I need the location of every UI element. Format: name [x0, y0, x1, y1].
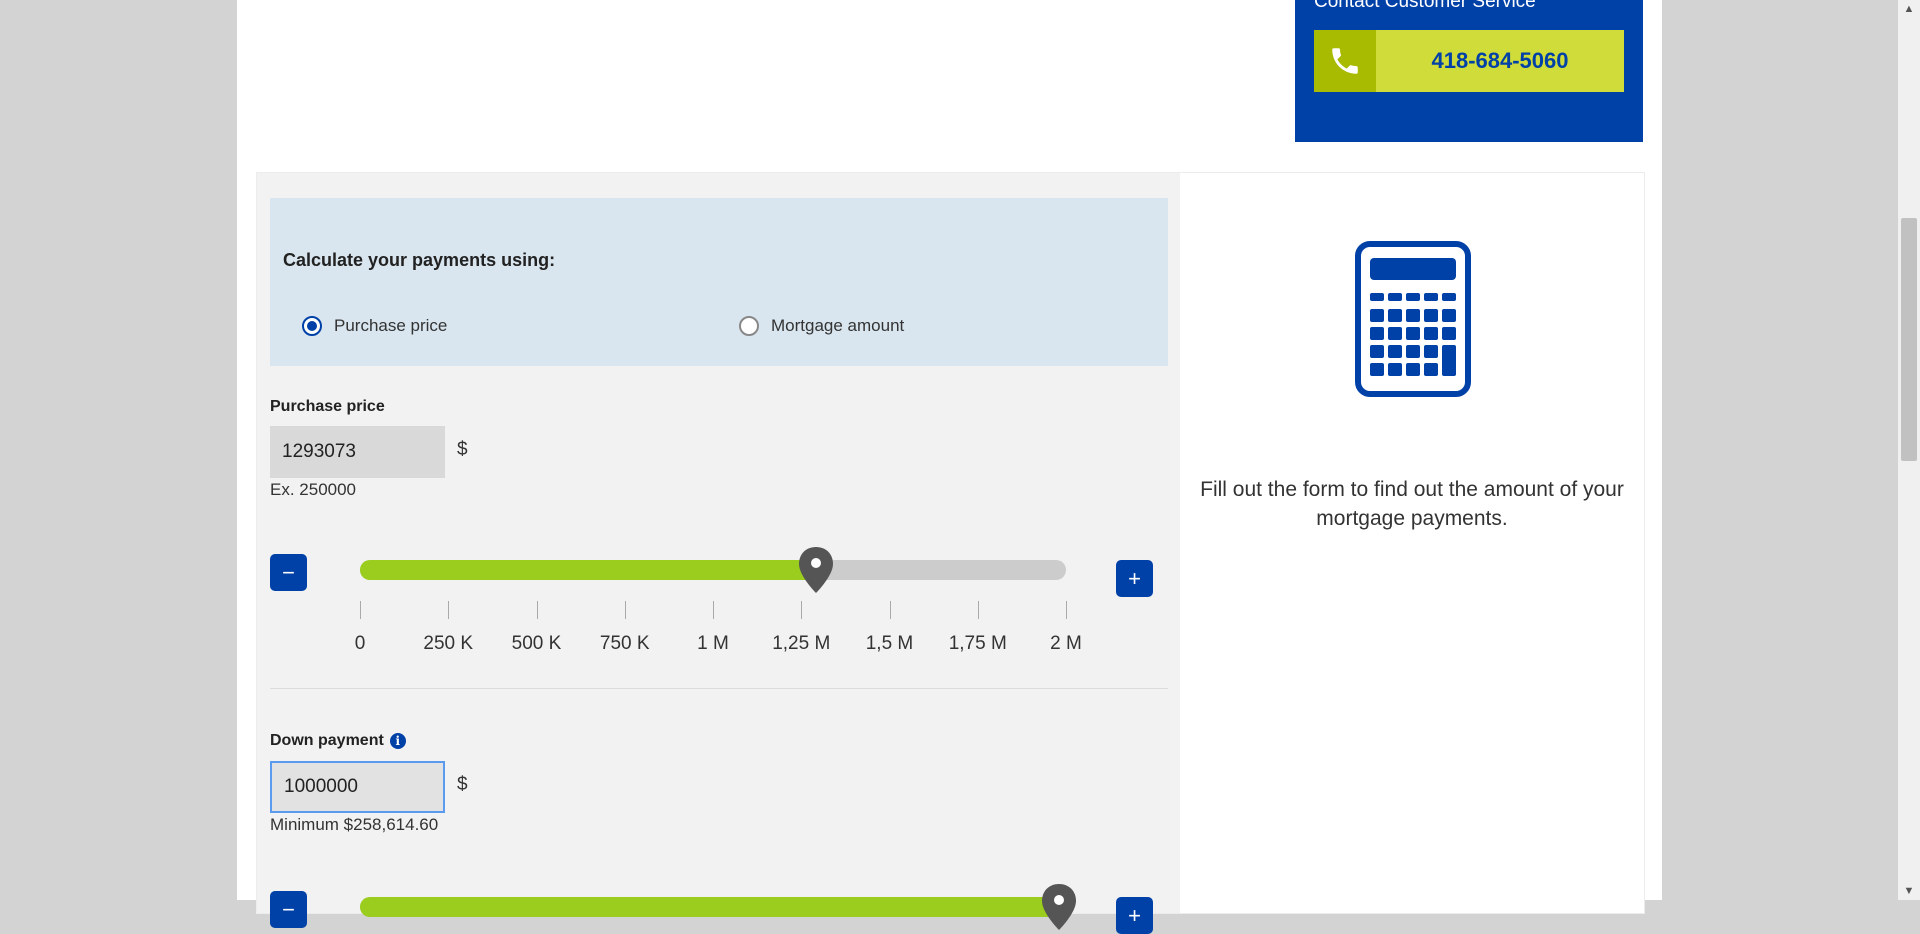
- down-payment-decrease-button[interactable]: −: [270, 891, 307, 928]
- slider-tick: [1066, 601, 1067, 619]
- down-payment-slider-thumb[interactable]: [1040, 883, 1078, 931]
- slider-tick-label: 1,5 M: [865, 633, 914, 654]
- slider-tick: [448, 601, 450, 619]
- purchase-price-slider-track[interactable]: [360, 560, 1066, 580]
- page-scrollbar[interactable]: ▲ ▼: [1898, 0, 1920, 900]
- phone-icon: [1314, 30, 1376, 92]
- slider-tick: [536, 601, 538, 619]
- contact-panel: Contact Customer Service 418-684-5060: [1295, 0, 1643, 142]
- purchase-price-label: Purchase price: [270, 398, 385, 415]
- scrollbar-thumb[interactable]: [1901, 218, 1917, 461]
- phone-number: 418-684-5060: [1431, 48, 1569, 73]
- purchase-price-slider-ticks: 0 250 K 500 K 750 K 1 M 1,25 M 1,5 M 1,75 M 2 M: [355, 601, 1082, 654]
- slider-tick-label: 1 M: [697, 633, 729, 654]
- radio-purchase-price[interactable]: Purchase price: [302, 316, 447, 336]
- down-payment-label: Down payment: [270, 732, 384, 749]
- slider-tick: [889, 601, 891, 619]
- purchase-price-slider-fill: [360, 560, 817, 580]
- down-payment-helper: Minimum $258,614.60: [270, 815, 439, 834]
- slider-tick: [801, 601, 803, 619]
- down-payment-unit: $: [457, 774, 468, 795]
- mortgage-calculator: Calculate your payments using: Purchase …: [256, 172, 1645, 934]
- scroll-up-arrow[interactable]: ▲: [1898, 0, 1920, 18]
- radio-mortgage-amount-label: Mortgage amount: [771, 316, 905, 335]
- radio-mortgage-amount[interactable]: Mortgage amount: [739, 316, 904, 336]
- slider-tick-label: 0: [354, 633, 366, 654]
- page-content: Contact Customer Service 418-684-5060 Ca…: [237, 0, 1662, 934]
- calculator-icon: [1355, 241, 1471, 397]
- down-payment-input[interactable]: [270, 761, 445, 813]
- radio-mortgage-amount-circle[interactable]: [739, 316, 759, 336]
- purchase-price-unit: $: [457, 439, 468, 460]
- slider-tick-label: 750 K: [599, 633, 650, 654]
- purchase-price-slider-thumb[interactable]: [797, 546, 835, 594]
- slider-tick: [977, 601, 979, 619]
- down-payment-label-row: Down payment i: [270, 732, 406, 750]
- radio-purchase-price-label: Purchase price: [334, 316, 448, 335]
- calculator-form: Calculate your payments using: Purchase …: [257, 173, 1180, 934]
- slider-tick-label: 1,25 M: [772, 633, 831, 654]
- radio-purchase-price-circle[interactable]: [302, 316, 322, 336]
- down-payment-increase-button[interactable]: +: [1116, 897, 1153, 934]
- down-payment-slider-track[interactable]: [360, 897, 1066, 917]
- slider-tick-label: 2 M: [1050, 633, 1082, 654]
- calculation-mode-title: Calculate your payments using:: [283, 250, 556, 270]
- phone-button[interactable]: 418-684-5060: [1314, 30, 1624, 92]
- slider-tick-label: 1,75 M: [948, 633, 1007, 654]
- slider-tick: [360, 601, 361, 619]
- result-message: Fill out the form to find out the amount…: [1200, 478, 1624, 530]
- down-payment-slider-fill: [360, 897, 1059, 917]
- purchase-price-decrease-button[interactable]: −: [270, 554, 307, 591]
- purchase-price-increase-button[interactable]: +: [1116, 560, 1153, 597]
- slider-tick-label: 250 K: [423, 633, 474, 654]
- info-icon[interactable]: i: [389, 732, 406, 749]
- slider-tick-label: 500 K: [511, 633, 562, 654]
- slider-tick: [713, 601, 714, 619]
- section-divider: [270, 688, 1168, 689]
- slider-tick: [624, 601, 626, 619]
- purchase-price-input[interactable]: [270, 426, 445, 478]
- calculation-mode-box: Calculate your payments using: Purchase …: [270, 198, 1168, 366]
- result-panel: Fill out the form to find out the amount…: [1180, 173, 1644, 913]
- scroll-down-arrow[interactable]: ▼: [1898, 882, 1920, 900]
- contact-title: Contact Customer Service: [1314, 0, 1536, 12]
- purchase-price-helper: Ex. 250000: [270, 480, 357, 499]
